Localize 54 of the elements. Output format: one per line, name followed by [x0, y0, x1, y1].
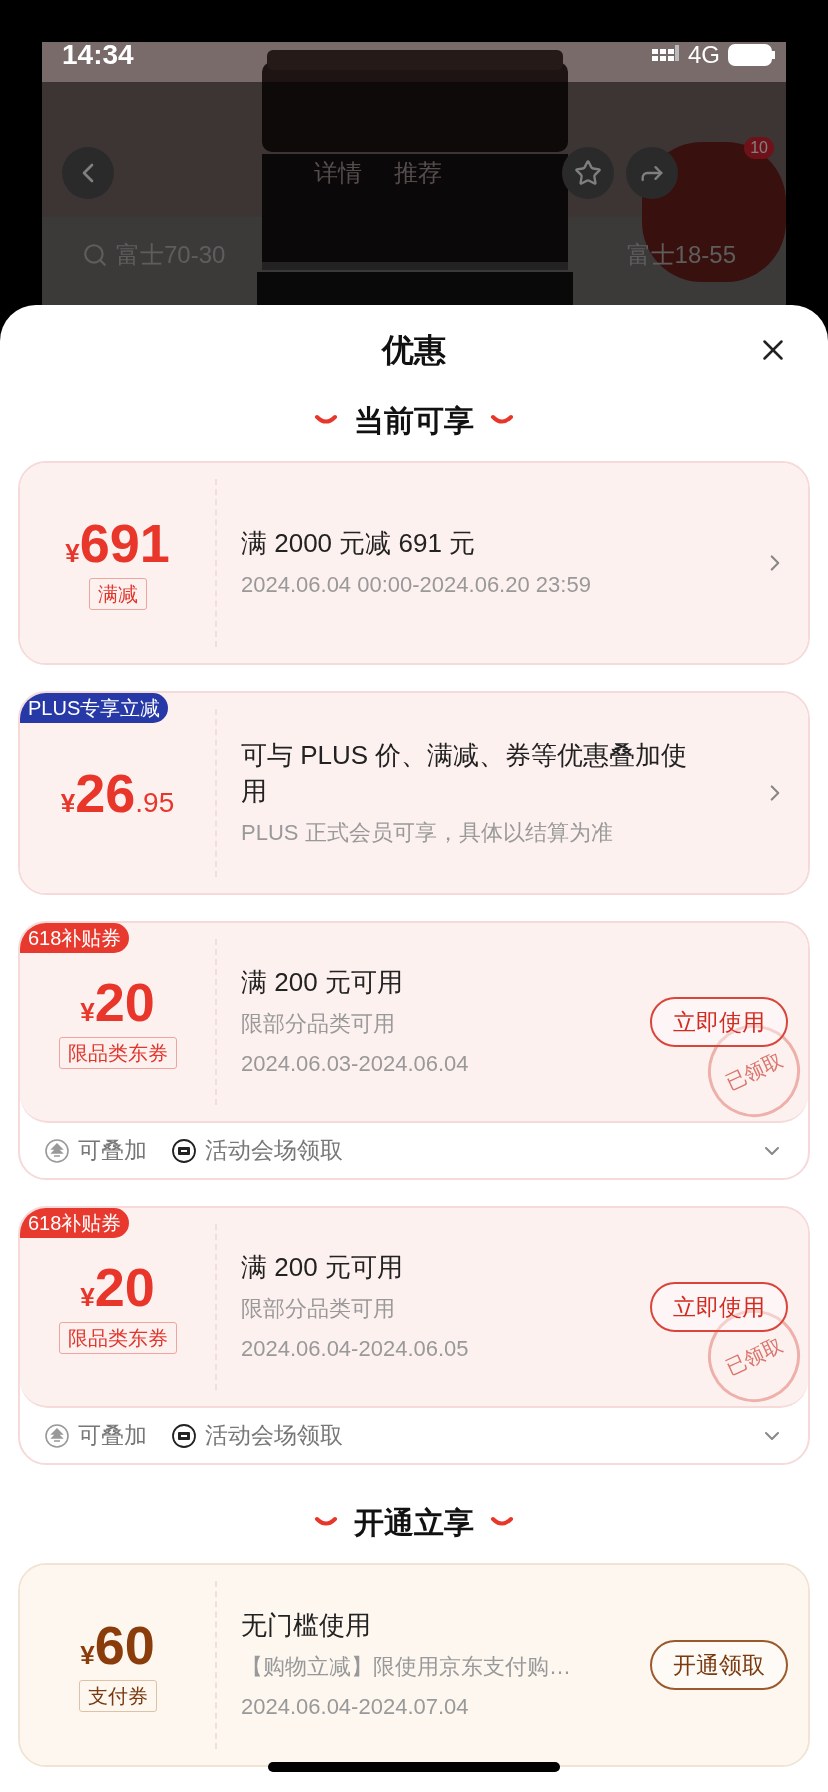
- offer-detail: 2024.06.04 00:00-2024.06.20 23:59: [241, 571, 592, 599]
- offer-type-label: 限品类东券: [58, 1322, 177, 1354]
- offer-detail: 限部分品类可用: [241, 1010, 396, 1038]
- coupon-feature-label: 可叠加: [78, 1421, 147, 1451]
- discount-amount: ¥60: [80, 1618, 155, 1672]
- offer-card[interactable]: ¥20 限品类东券 满 200 元可用 限部分品类可用 2024.06.03-2024.06.04 立即使用 已领取 618补贴券 可叠加 活动会场领取: [18, 921, 810, 1180]
- promo-tag: 618补贴券: [20, 1208, 130, 1238]
- discount-amount: ¥26.95: [60, 766, 175, 820]
- promo-tag: 618补贴券: [20, 923, 130, 953]
- offer-title: 无门槛使用: [241, 1609, 372, 1642]
- promo-tag: PLUS专享立减: [20, 693, 169, 723]
- coupon-feature-label: 可叠加: [78, 1136, 147, 1166]
- offer-action-button[interactable]: 立即使用: [650, 997, 788, 1047]
- offer-title: 满 200 元可用: [241, 966, 404, 999]
- search-icon: [82, 242, 108, 268]
- offer-detail: 【购物立减】限使用京东支付购…: [241, 1653, 572, 1681]
- offer-detail: 2024.06.04-2024.07.04: [241, 1693, 470, 1721]
- section-title: 当前可享: [354, 402, 474, 439]
- offer-detail: PLUS 正式会员可享，具体以结算为准: [241, 819, 614, 847]
- offer-detail: 2024.06.03-2024.06.04: [241, 1050, 470, 1078]
- curve-icon: [490, 414, 514, 426]
- section-title: 开通立享: [354, 1504, 474, 1541]
- offer-title: 可与 PLUS 价、满减、券等优惠叠加使用: [241, 739, 689, 808]
- network-label: 4G: [688, 42, 720, 70]
- discount-amount: ¥20: [80, 975, 155, 1029]
- sheet-title: 优惠: [382, 331, 446, 370]
- coupon-feature-label: 活动会场领取: [205, 1421, 343, 1451]
- offer-detail: 限部分品类可用: [241, 1295, 396, 1323]
- discount-amount: ¥691: [65, 516, 170, 570]
- status-time: 14:34: [62, 42, 134, 72]
- battery-icon: [728, 44, 776, 66]
- offer-action-button[interactable]: 开通领取: [650, 1640, 788, 1690]
- offer-type-label: 满减: [88, 578, 147, 610]
- offer-card[interactable]: ¥20 限品类东券 满 200 元可用 限部分品类可用 2024.06.04-2024.06.05 立即使用 已领取 618补贴券 可叠加 活动会场领取: [18, 1206, 810, 1465]
- stack-icon: [44, 1422, 70, 1449]
- discount-amount: ¥20: [80, 1260, 155, 1314]
- offer-title: 满 200 元可用: [241, 1251, 404, 1284]
- offer-type-label: 限品类东券: [58, 1037, 177, 1069]
- ticket-icon: [171, 1137, 197, 1164]
- offer-title: 满 2000 元减 691 元: [241, 527, 477, 560]
- coupon-feature-label: 活动会场领取: [205, 1136, 343, 1166]
- notification-badge: 10: [744, 137, 774, 159]
- offer-detail: 2024.06.04-2024.06.05: [241, 1335, 470, 1363]
- stack-icon: [44, 1137, 70, 1164]
- curve-icon: [490, 1516, 514, 1528]
- star-icon: [574, 159, 602, 187]
- ticket-icon: [171, 1422, 197, 1449]
- offer-card[interactable]: ¥26.95 可与 PLUS 价、满减、券等优惠叠加使用 PLUS 正式会员可享，具体以结算为准 PLUS专享立减: [18, 691, 810, 895]
- curve-icon: [314, 1516, 338, 1528]
- offer-card[interactable]: ¥691 满减 满 2000 元减 691 元 2024.06.04 00:00-2024.06.20 23:59: [18, 461, 810, 665]
- offer-card[interactable]: ¥60 支付券 无门槛使用 【购物立减】限使用京东支付购… 2024.06.04-2024.07.04 开通领取: [18, 1563, 810, 1767]
- offer-type-label: 支付券: [78, 1680, 157, 1712]
- curve-icon: [314, 414, 338, 426]
- offer-action-button[interactable]: 立即使用: [650, 1282, 788, 1332]
